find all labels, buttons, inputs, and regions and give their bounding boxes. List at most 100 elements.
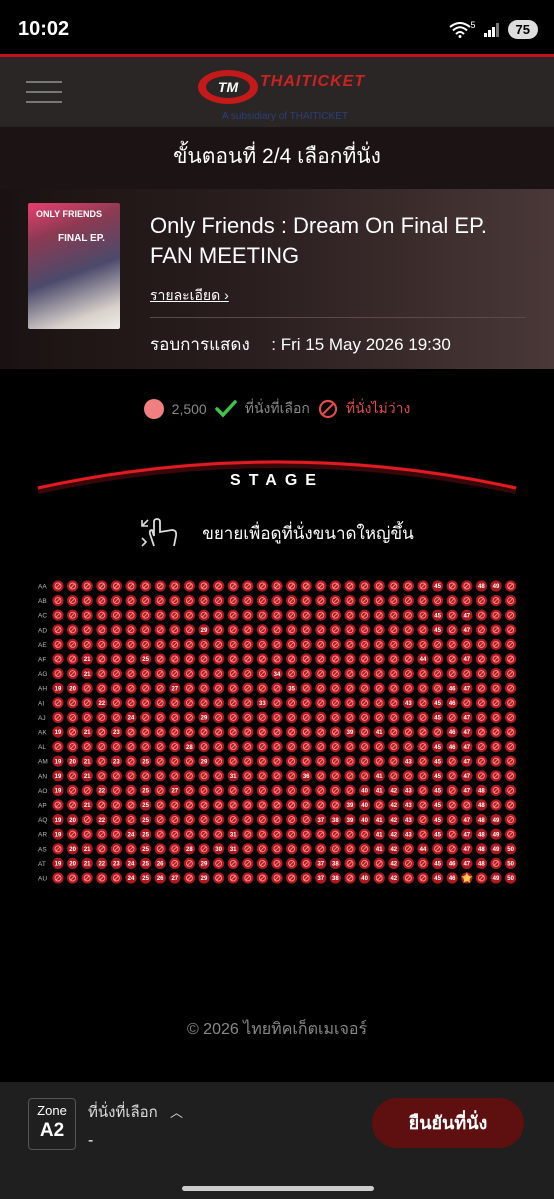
seat-AA-26[interactable]: [154, 580, 166, 592]
seat-AP-40[interactable]: 40: [359, 799, 371, 811]
seat-AT-49[interactable]: [490, 857, 502, 869]
seat-AM-49[interactable]: [490, 755, 502, 767]
seat-AM-33[interactable]: [256, 755, 268, 767]
seat-AI-25[interactable]: [140, 697, 152, 709]
seat-AC-34[interactable]: [271, 609, 283, 621]
seat-AN-37[interactable]: [315, 770, 327, 782]
seat-AE-27[interactable]: [169, 638, 181, 650]
seat-AD-31[interactable]: [227, 624, 239, 636]
seat-AG-29[interactable]: [198, 668, 210, 680]
seat-AN-48[interactable]: [475, 770, 487, 782]
seat-AP-46[interactable]: [446, 799, 458, 811]
seat-AQ-23[interactable]: [110, 814, 122, 826]
seat-AH-39[interactable]: [344, 682, 356, 694]
seat-AU-25[interactable]: 25: [140, 872, 152, 884]
seat-AM-43[interactable]: 43: [402, 755, 414, 767]
seat-AL-38[interactable]: [329, 741, 341, 753]
seat-AC-42[interactable]: [388, 609, 400, 621]
seat-AH-41[interactable]: [373, 682, 385, 694]
seat-AO-23[interactable]: [110, 784, 122, 796]
seat-AE-49[interactable]: [490, 638, 502, 650]
seat-AJ-33[interactable]: [256, 711, 268, 723]
seat-AQ-28[interactable]: [183, 814, 195, 826]
seat-AG-41[interactable]: [373, 668, 385, 680]
seat-AI-50[interactable]: [505, 697, 517, 709]
seat-AU-44[interactable]: [417, 872, 429, 884]
seat-AR-40[interactable]: [359, 828, 371, 840]
seat-AP-20[interactable]: [67, 799, 79, 811]
seat-AH-28[interactable]: [183, 682, 195, 694]
seat-AQ-46[interactable]: [446, 814, 458, 826]
seat-AB-38[interactable]: [329, 595, 341, 607]
seat-AA-50[interactable]: [505, 580, 517, 592]
seat-AL-50[interactable]: [505, 741, 517, 753]
seat-AI-42[interactable]: [388, 697, 400, 709]
seat-AN-40[interactable]: [359, 770, 371, 782]
seat-AF-24[interactable]: [125, 653, 137, 665]
seat-AT-45[interactable]: 45: [432, 857, 444, 869]
seat-AT-50[interactable]: 50: [505, 857, 517, 869]
seat-AP-41[interactable]: [373, 799, 385, 811]
seat-AB-28[interactable]: [183, 595, 195, 607]
seat-AM-25[interactable]: 25: [140, 755, 152, 767]
seat-AA-35[interactable]: [286, 580, 298, 592]
seat-AS-28[interactable]: 28: [183, 843, 195, 855]
seat-AQ-29[interactable]: [198, 814, 210, 826]
seat-AC-25[interactable]: [140, 609, 152, 621]
seat-AO-20[interactable]: [67, 784, 79, 796]
seat-AP-49[interactable]: [490, 799, 502, 811]
seat-AR-43[interactable]: 43: [402, 828, 414, 840]
seat-AB-41[interactable]: [373, 595, 385, 607]
seat-AF-49[interactable]: [490, 653, 502, 665]
seat-AQ-41[interactable]: 41: [373, 814, 385, 826]
seat-AF-43[interactable]: [402, 653, 414, 665]
seat-AB-33[interactable]: [256, 595, 268, 607]
seat-AF-46[interactable]: [446, 653, 458, 665]
seat-AT-41[interactable]: [373, 857, 385, 869]
seat-AB-35[interactable]: [286, 595, 298, 607]
seat-AQ-34[interactable]: [271, 814, 283, 826]
thaiticket-logo[interactable]: TM THAITICKET A subsidiary of THAITICKET: [196, 67, 366, 122]
seat-AT-46[interactable]: 46: [446, 857, 458, 869]
seat-AL-23[interactable]: [110, 741, 122, 753]
seat-AD-44[interactable]: [417, 624, 429, 636]
seat-AC-27[interactable]: [169, 609, 181, 621]
seat-AC-35[interactable]: [286, 609, 298, 621]
seat-AG-22[interactable]: [96, 668, 108, 680]
seat-AO-39[interactable]: [344, 784, 356, 796]
seat-AR-50[interactable]: [505, 828, 517, 840]
seat-AI-29[interactable]: [198, 697, 210, 709]
seat-AC-19[interactable]: [52, 609, 64, 621]
seat-AF-48[interactable]: [475, 653, 487, 665]
seat-AO-41[interactable]: 41: [373, 784, 385, 796]
seat-AE-25[interactable]: [140, 638, 152, 650]
seat-AA-21[interactable]: [81, 580, 93, 592]
seat-AA-34[interactable]: [271, 580, 283, 592]
seat-AH-37[interactable]: [315, 682, 327, 694]
seat-AR-26[interactable]: [154, 828, 166, 840]
seat-AB-25[interactable]: [140, 595, 152, 607]
seat-AC-26[interactable]: [154, 609, 166, 621]
seat-AS-37[interactable]: [315, 843, 327, 855]
seat-AA-44[interactable]: [417, 580, 429, 592]
seat-AJ-39[interactable]: [344, 711, 356, 723]
seat-AJ-41[interactable]: [373, 711, 385, 723]
seat-AT-37[interactable]: 37: [315, 857, 327, 869]
seat-AQ-49[interactable]: 49: [490, 814, 502, 826]
seat-AI-44[interactable]: [417, 697, 429, 709]
seat-AT-28[interactable]: [183, 857, 195, 869]
seat-AT-48[interactable]: 48: [475, 857, 487, 869]
seat-AO-34[interactable]: [271, 784, 283, 796]
seat-AU-35[interactable]: [286, 872, 298, 884]
seat-AL-44[interactable]: [417, 741, 429, 753]
seat-AJ-28[interactable]: [183, 711, 195, 723]
seat-AA-40[interactable]: [359, 580, 371, 592]
seat-AF-29[interactable]: [198, 653, 210, 665]
seat-AH-19[interactable]: 19: [52, 682, 64, 694]
seat-AD-33[interactable]: [256, 624, 268, 636]
seat-AC-31[interactable]: [227, 609, 239, 621]
seat-AU-26[interactable]: 26: [154, 872, 166, 884]
seat-AF-20[interactable]: [67, 653, 79, 665]
seat-AG-19[interactable]: [52, 668, 64, 680]
seat-AA-46[interactable]: [446, 580, 458, 592]
